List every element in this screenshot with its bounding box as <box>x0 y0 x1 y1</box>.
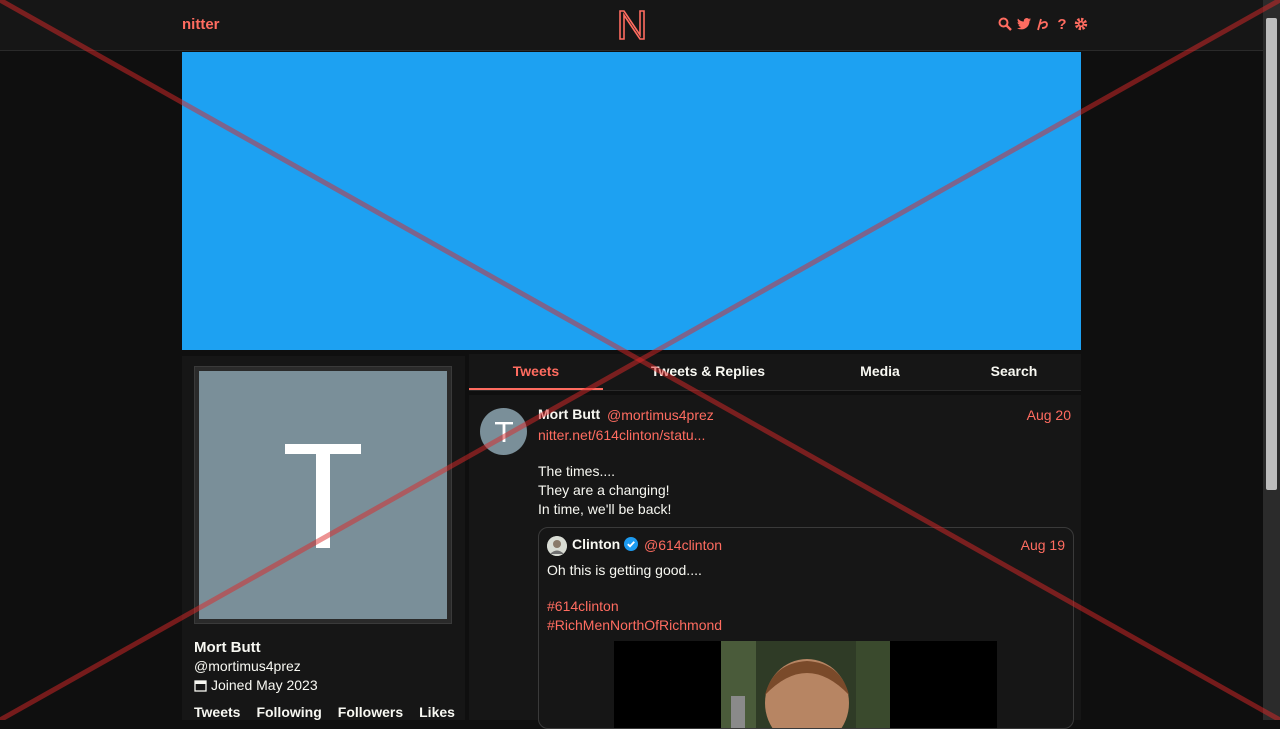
help-icon[interactable]: ? <box>1055 16 1069 33</box>
stat-likes[interactable]: Likes <box>419 704 455 720</box>
tab-tweets-replies[interactable]: Tweets & Replies <box>629 354 787 388</box>
quote-date[interactable]: Aug 19 <box>1021 537 1065 553</box>
tweet-fullname[interactable]: Mort Butt <box>538 406 600 422</box>
timeline: Mort Butt @mortimus4prez Aug 20 nitter.n… <box>469 395 1081 729</box>
tweet-line: They are a changing! <box>538 482 670 498</box>
timeline-tabs: Tweets Tweets & Replies Media Search <box>469 354 1081 391</box>
quote-avatar[interactable] <box>547 536 567 556</box>
profile-fullname[interactable]: Mort Butt <box>194 639 261 656</box>
nav-icons: ? <box>998 16 1088 33</box>
profile-avatar[interactable] <box>194 366 452 624</box>
tab-media[interactable]: Media <box>829 354 931 388</box>
profile-joined-date: Joined May 2023 <box>194 677 318 693</box>
search-icon[interactable] <box>998 16 1012 32</box>
avatar-placeholder <box>199 371 447 619</box>
tweet-avatar[interactable] <box>480 408 527 455</box>
twitter-bird-icon[interactable] <box>1017 16 1031 32</box>
quote-video-media[interactable] <box>614 641 997 728</box>
stat-following[interactable]: Following <box>256 704 321 720</box>
hashtag-link[interactable]: #614clinton <box>547 598 619 614</box>
profile-username[interactable]: @mortimus4prez <box>194 658 301 674</box>
nitter-logo-icon[interactable] <box>617 9 647 41</box>
calendar-icon <box>194 679 207 692</box>
top-navbar: nitter ? <box>0 0 1263 51</box>
avatar-letter-t <box>494 421 513 442</box>
video-thumbnail[interactable] <box>721 641 890 728</box>
tab-search[interactable]: Search <box>964 354 1064 388</box>
avatar-image <box>547 536 567 556</box>
verified-icon <box>624 537 638 551</box>
joined-label: Joined May 2023 <box>211 677 318 693</box>
rss-icon[interactable] <box>1036 16 1050 32</box>
quote-content: Oh this is getting good.... <box>547 562 702 578</box>
profile-stats: Tweets Following Followers Likes <box>194 704 455 720</box>
tab-tweets[interactable]: Tweets <box>469 354 603 390</box>
tweet-line: In time, we'll be back! <box>538 501 672 517</box>
quote-username[interactable]: @614clinton <box>644 537 722 553</box>
settings-icon[interactable] <box>1074 16 1088 32</box>
profile-card: Mort Butt @mortimus4prez Joined May 2023… <box>182 356 465 720</box>
avatar-letter-t <box>285 444 361 548</box>
profile-banner[interactable] <box>182 52 1081 350</box>
tweet-username[interactable]: @mortimus4prez <box>607 407 714 423</box>
stat-tweets[interactable]: Tweets <box>194 704 240 720</box>
scrollbar-thumb[interactable] <box>1266 18 1277 490</box>
tweet-link[interactable]: nitter.net/614clinton/statu... <box>538 427 705 443</box>
tweet-content: The times.... They are a changing! In ti… <box>538 462 671 519</box>
nitter-home-link[interactable]: nitter <box>182 16 220 33</box>
tweet-date[interactable]: Aug 20 <box>1027 407 1071 423</box>
stat-followers[interactable]: Followers <box>338 704 403 720</box>
hashtag-link[interactable]: #RichMenNorthOfRichmond <box>547 617 722 633</box>
tweet-line: The times.... <box>538 463 616 479</box>
quote-fullname[interactable]: Clinton <box>572 536 620 552</box>
page-scrollbar[interactable] <box>1263 0 1280 720</box>
quoted-tweet[interactable]: Clinton @614clinton Aug 19 Oh this is ge… <box>538 527 1074 729</box>
video-thumbnail-image <box>721 641 890 728</box>
